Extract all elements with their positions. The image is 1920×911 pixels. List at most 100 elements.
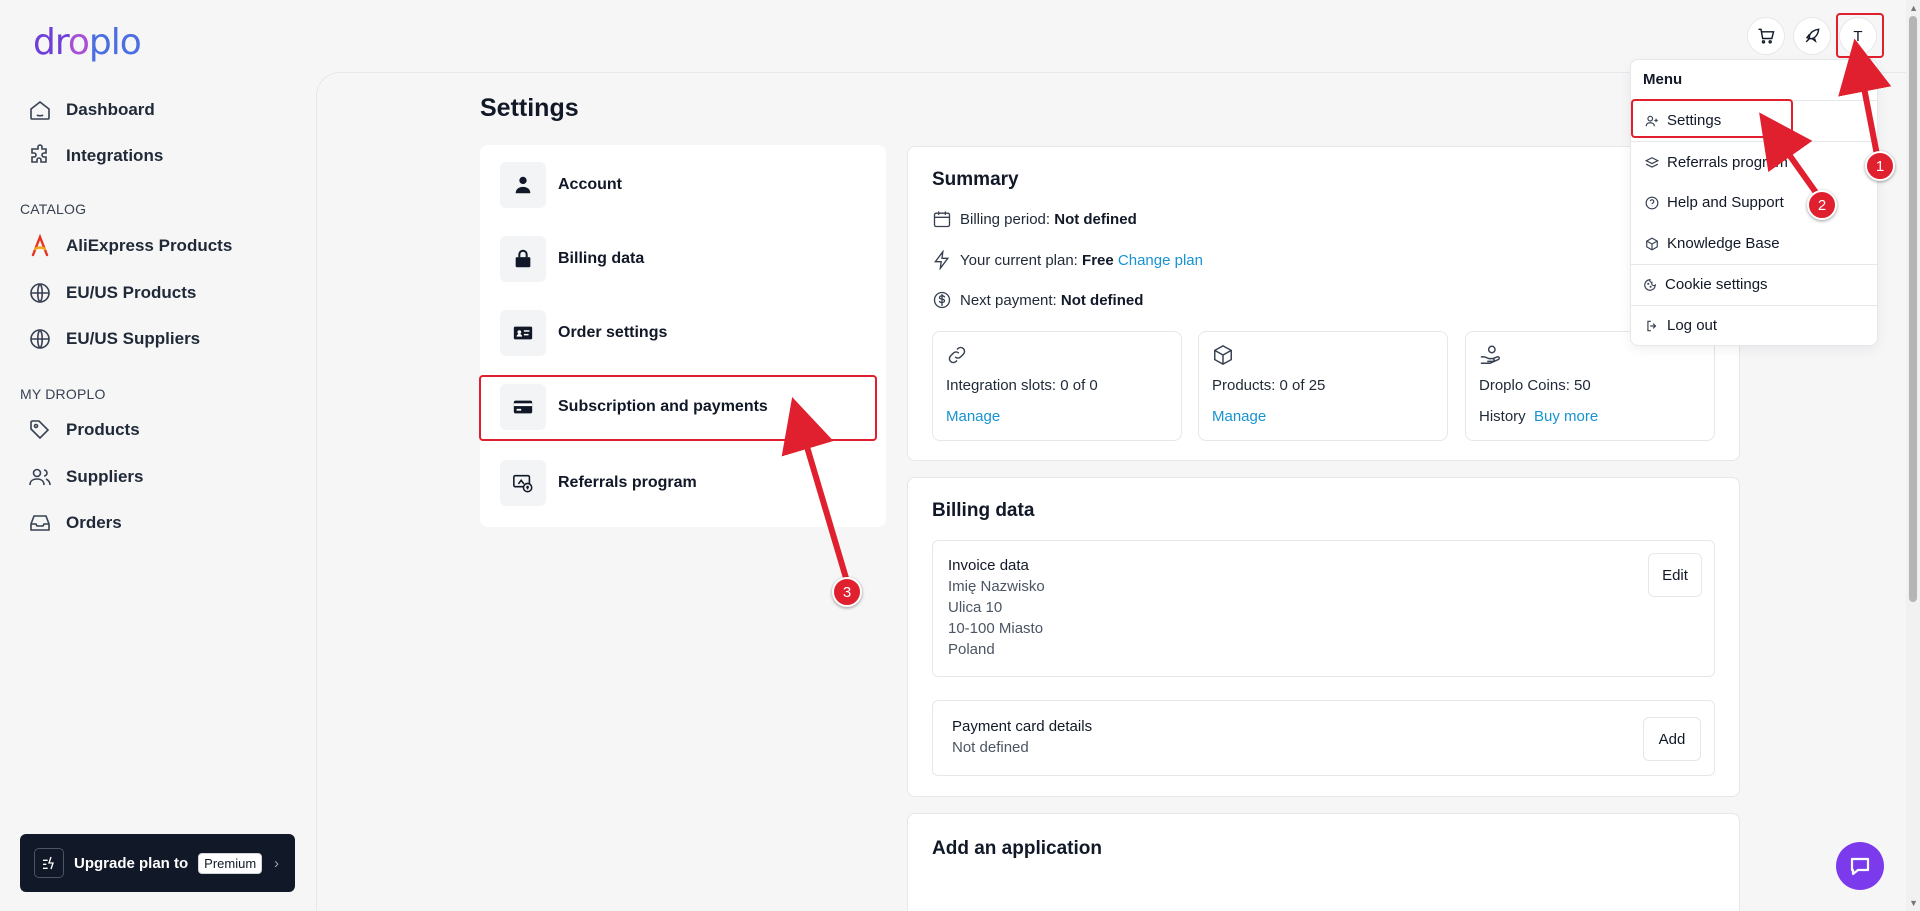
- menu-item-logout[interactable]: Log out: [1645, 317, 1717, 334]
- sidebar-item-label: AliExpress Products: [66, 236, 233, 255]
- billing-period-label: Billing period:: [960, 210, 1051, 228]
- manage-integrations-link[interactable]: Manage: [946, 408, 1000, 425]
- chat-icon: [1850, 857, 1870, 876]
- aliexpress-icon: [31, 234, 49, 257]
- add-application-title: Add an application: [932, 838, 1102, 859]
- puzzle-icon: [31, 144, 47, 163]
- add-card-button[interactable]: Add: [1643, 717, 1701, 761]
- invoice-line: Imię Nazwisko: [948, 578, 1045, 595]
- integration-slots-box: Integration slots: 0 of 0 Manage: [932, 331, 1182, 441]
- highlight-menu-settings: [1631, 99, 1793, 138]
- sidebar-item-aliexpress-products[interactable]: AliExpress Products: [28, 231, 232, 261]
- next-payment-row: Next payment: Not defined: [932, 290, 1143, 310]
- scroll-thumb[interactable]: [1909, 16, 1917, 602]
- settings-nav-order-settings[interactable]: Order settings: [500, 310, 667, 356]
- invoice-data-box: Invoice data Imię Nazwisko Ulica 10 10-1…: [932, 540, 1715, 677]
- sidebar-item-products[interactable]: Products: [28, 415, 140, 445]
- rocket-icon: [1805, 28, 1820, 43]
- current-plan-row: Your current plan: Free Change plan: [932, 250, 1203, 270]
- menu-item-label: Help and Support: [1667, 194, 1784, 211]
- settings-nav-billing-data[interactable]: Billing data: [500, 236, 644, 282]
- highlight-subscription: [479, 375, 877, 441]
- calendar-icon: [933, 211, 951, 228]
- home-icon: [30, 100, 50, 120]
- box-icon: [1646, 236, 1658, 251]
- menu-item-help[interactable]: Help and Support: [1645, 194, 1784, 211]
- billing-period-row: Billing period: Not defined: [932, 209, 1137, 229]
- settings-nav-label: Billing data: [558, 250, 645, 267]
- page-scrollbar[interactable]: ▲ ▼: [1906, 0, 1920, 911]
- referral-icon: [500, 460, 546, 506]
- premium-badge: Premium: [198, 852, 263, 874]
- products-label: Products: 0 of 25: [1212, 377, 1326, 394]
- box-icon: [1214, 344, 1232, 366]
- menu-title: Menu: [1643, 71, 1683, 88]
- upgrade-plan-button[interactable]: Upgrade plan to Premium ›: [20, 834, 295, 892]
- buy-more-link[interactable]: Buy more: [1534, 408, 1598, 425]
- current-plan-label: Your current plan:: [960, 251, 1078, 269]
- next-payment-value: Not defined: [1060, 291, 1144, 309]
- sidebar-item-label: Products: [66, 420, 140, 439]
- layers-icon: [1645, 156, 1659, 168]
- menu-divider: [1631, 141, 1877, 142]
- highlight-avatar: [1836, 13, 1884, 58]
- menu-item-label: Cookie settings: [1665, 276, 1768, 293]
- sidebar-item-integrations[interactable]: Integrations: [28, 141, 163, 171]
- logout-icon: [1647, 320, 1657, 331]
- globe-icon: [30, 283, 50, 303]
- chat-button[interactable]: [1836, 842, 1884, 890]
- sidebar-item-dashboard[interactable]: Dashboard: [28, 95, 155, 125]
- droplo-coins-label: Droplo Coins: 50: [1479, 377, 1591, 394]
- notifications-button[interactable]: [1793, 17, 1831, 55]
- edit-invoice-button[interactable]: Edit: [1648, 553, 1702, 597]
- menu-item-label: Knowledge Base: [1667, 235, 1780, 252]
- catalog-section-label: CATALOG: [20, 201, 87, 217]
- menu-item-referrals[interactable]: Referrals program: [1645, 154, 1788, 171]
- sidebar-item-label: Orders: [66, 513, 122, 532]
- menu-divider: [1631, 305, 1877, 306]
- upgrade-icon: [34, 848, 64, 878]
- users-icon: [29, 468, 51, 486]
- sidebar-item-suppliers[interactable]: Suppliers: [28, 462, 143, 492]
- link-icon: [948, 346, 966, 364]
- annotation-marker-1: 1: [1865, 151, 1895, 181]
- settings-nav-account[interactable]: Account: [500, 162, 622, 208]
- menu-item-cookie-settings[interactable]: Cookie settings: [1643, 276, 1768, 293]
- sidebar-item-eu-us-products[interactable]: EU/US Products: [28, 278, 196, 308]
- dollar-icon: [933, 291, 951, 309]
- scroll-up-arrow-icon[interactable]: ▲: [1909, 3, 1918, 13]
- add-application-card: Add an application: [907, 813, 1740, 911]
- settings-nav-referrals-program[interactable]: Referrals program: [500, 460, 697, 506]
- cart-button[interactable]: [1747, 17, 1785, 55]
- summary-title: Summary: [932, 169, 1019, 190]
- lightning-icon: [934, 250, 950, 270]
- user-icon: [500, 162, 546, 208]
- change-plan-link[interactable]: Change plan: [1118, 252, 1203, 269]
- chevron-right-icon: ›: [274, 854, 279, 872]
- annotation-marker-3: 3: [832, 577, 862, 607]
- droplo-logo[interactable]: droplo: [33, 22, 142, 63]
- sidebar: droplo Dashboard Integrations CATALOG Al…: [0, 0, 316, 911]
- sidebar-item-label: Dashboard: [66, 100, 155, 119]
- cookie-icon: [1644, 278, 1656, 291]
- manage-products-link[interactable]: Manage: [1212, 408, 1266, 425]
- menu-item-knowledge-base[interactable]: Knowledge Base: [1645, 235, 1780, 252]
- scroll-down-arrow-icon[interactable]: ▼: [1909, 898, 1918, 908]
- sidebar-item-eu-us-suppliers[interactable]: EU/US Suppliers: [28, 324, 200, 354]
- coins-hand-icon: [1480, 345, 1500, 364]
- invoice-data-title: Invoice data: [948, 557, 1029, 574]
- invoice-line: Ulica 10: [948, 599, 1003, 616]
- billing-data-title: Billing data: [932, 500, 1035, 521]
- upgrade-label: Upgrade plan to: [74, 854, 189, 872]
- tag-icon: [30, 420, 50, 440]
- annotation-marker-2: 2: [1807, 190, 1837, 220]
- settings-nav-label: Account: [558, 176, 622, 193]
- payment-card-value: Not defined: [952, 739, 1029, 756]
- settings-nav: Account Billing data Order settings Subs…: [480, 145, 886, 527]
- coins-history-link[interactable]: History: [1479, 408, 1526, 425]
- integration-slots-label: Integration slots: 0 of 0: [946, 377, 1098, 394]
- menu-item-label: Log out: [1667, 317, 1718, 334]
- menu-divider: [1631, 264, 1877, 265]
- sidebar-item-orders[interactable]: Orders: [28, 508, 122, 538]
- lock-icon: [500, 236, 546, 282]
